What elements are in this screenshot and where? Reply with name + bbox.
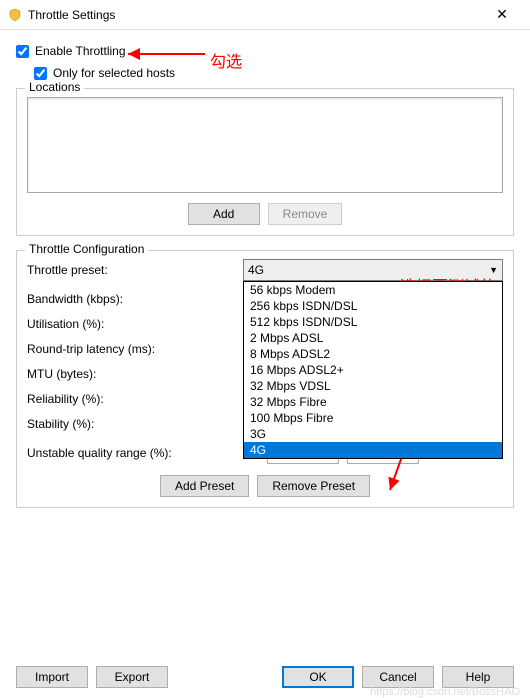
remove-location-button: Remove bbox=[268, 203, 343, 225]
enable-throttling-input[interactable] bbox=[16, 45, 29, 58]
title-bar: Throttle Settings ✕ bbox=[0, 0, 530, 30]
reliability-label: Reliability (%): bbox=[27, 392, 267, 406]
preset-option[interactable]: 32 Mbps Fibre bbox=[244, 394, 502, 410]
ok-button[interactable]: OK bbox=[282, 666, 354, 688]
only-selected-hosts-label: Only for selected hosts bbox=[53, 66, 175, 80]
chevron-down-icon: ▼ bbox=[489, 265, 498, 275]
watermark: https://blog.csdn.net/BossHAO bbox=[370, 686, 520, 698]
add-preset-button[interactable]: Add Preset bbox=[160, 475, 249, 497]
preset-option[interactable]: 100 Mbps Fibre bbox=[244, 410, 502, 426]
utilisation-label: Utilisation (%): bbox=[27, 317, 267, 331]
enable-throttling-label: Enable Throttling bbox=[35, 44, 126, 58]
rtt-label: Round-trip latency (ms): bbox=[27, 342, 267, 356]
import-button[interactable]: Import bbox=[16, 666, 88, 688]
only-selected-hosts-input[interactable] bbox=[34, 67, 47, 80]
preset-dropdown[interactable]: 56 kbps Modem256 kbps ISDN/DSL512 kbps I… bbox=[243, 281, 503, 459]
bandwidth-label: Bandwidth (kbps): bbox=[27, 292, 267, 306]
cancel-button[interactable]: Cancel bbox=[362, 666, 434, 688]
throttle-config-legend: Throttle Configuration bbox=[25, 242, 148, 256]
unstable-label: Unstable quality range (%): bbox=[27, 446, 267, 460]
preset-option[interactable]: 256 kbps ISDN/DSL bbox=[244, 298, 502, 314]
throttle-preset-combobox[interactable]: 4G ▼ bbox=[243, 259, 503, 281]
preset-option[interactable]: 4G bbox=[244, 442, 502, 458]
window-title: Throttle Settings bbox=[28, 8, 482, 22]
preset-option[interactable]: 512 kbps ISDN/DSL bbox=[244, 314, 502, 330]
mtu-label: MTU (bytes): bbox=[27, 367, 267, 381]
preset-option[interactable]: 8 Mbps ADSL2 bbox=[244, 346, 502, 362]
export-button[interactable]: Export bbox=[96, 666, 168, 688]
locations-legend: Locations bbox=[25, 80, 84, 94]
add-location-button[interactable]: Add bbox=[188, 203, 260, 225]
help-button[interactable]: Help bbox=[442, 666, 514, 688]
close-icon[interactable]: ✕ bbox=[482, 6, 522, 23]
preset-option[interactable]: 2 Mbps ADSL bbox=[244, 330, 502, 346]
stability-label: Stability (%): bbox=[27, 417, 267, 431]
enable-throttling-checkbox[interactable]: Enable Throttling bbox=[16, 44, 514, 58]
preset-option[interactable]: 3G bbox=[244, 426, 502, 442]
dialog-footer: Import Export OK Cancel Help bbox=[0, 666, 530, 688]
throttle-config-group: Throttle Configuration Throttle preset: … bbox=[16, 250, 514, 508]
locations-group: Locations Add Remove bbox=[16, 88, 514, 236]
only-selected-hosts-checkbox[interactable]: Only for selected hosts bbox=[34, 66, 514, 80]
preset-option[interactable]: 56 kbps Modem bbox=[244, 282, 502, 298]
locations-listbox[interactable] bbox=[27, 97, 503, 193]
remove-preset-button[interactable]: Remove Preset bbox=[257, 475, 370, 497]
preset-option[interactable]: 32 Mbps VDSL bbox=[244, 378, 502, 394]
preset-label: Throttle preset: bbox=[27, 263, 243, 277]
shield-icon bbox=[8, 8, 22, 22]
preset-value: 4G bbox=[248, 263, 489, 277]
preset-option[interactable]: 16 Mbps ADSL2+ bbox=[244, 362, 502, 378]
